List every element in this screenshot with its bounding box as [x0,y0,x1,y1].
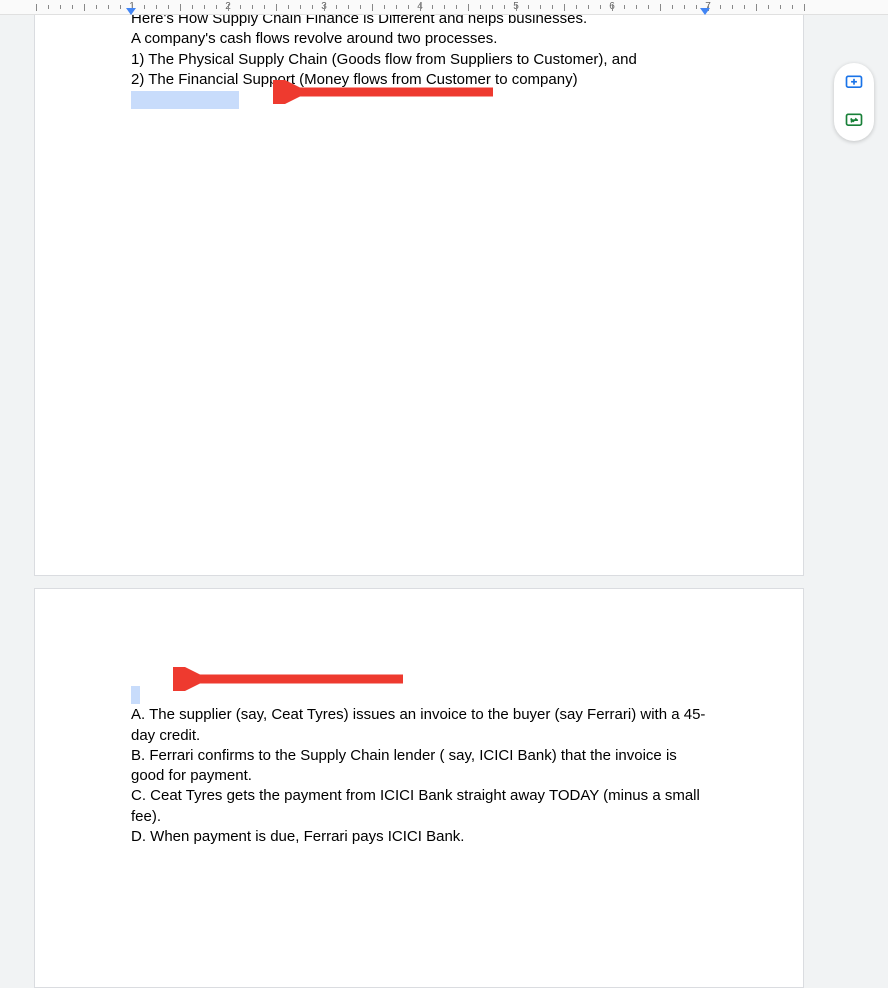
selected-blank-line[interactable] [131,685,707,705]
paragraph[interactable]: A. The supplier (say, Ceat Tyres) issues… [131,705,707,746]
paragraph[interactable]: D. When payment is due, Ferrari pays ICI… [131,827,707,847]
right-indent-marker[interactable] [700,8,710,15]
paragraph[interactable]: A company's cash flows revolve around tw… [131,29,707,49]
suggest-edit-icon [844,111,864,131]
paragraph[interactable]: 1) The Physical Supply Chain (Goods flow… [131,50,707,70]
suggest-edits-button[interactable] [840,107,868,135]
document-page-2[interactable]: A. The supplier (say, Ceat Tyres) issues… [34,588,804,988]
horizontal-ruler: 1234567 [0,0,888,15]
floating-action-bar [834,63,874,141]
selected-blank-line[interactable] [131,90,707,110]
add-comment-button[interactable] [840,69,868,97]
document-page-1[interactable]: Here's How Supply Chain Finance is Diffe… [34,0,804,576]
paragraph[interactable]: C. Ceat Tyres gets the payment from ICIC… [131,786,707,827]
paragraph[interactable]: 2) The Financial Support (Money flows fr… [131,70,707,90]
left-indent-marker[interactable] [126,8,136,15]
paragraph[interactable]: B. Ferrari confirms to the Supply Chain … [131,746,707,787]
comment-plus-icon [844,73,864,93]
